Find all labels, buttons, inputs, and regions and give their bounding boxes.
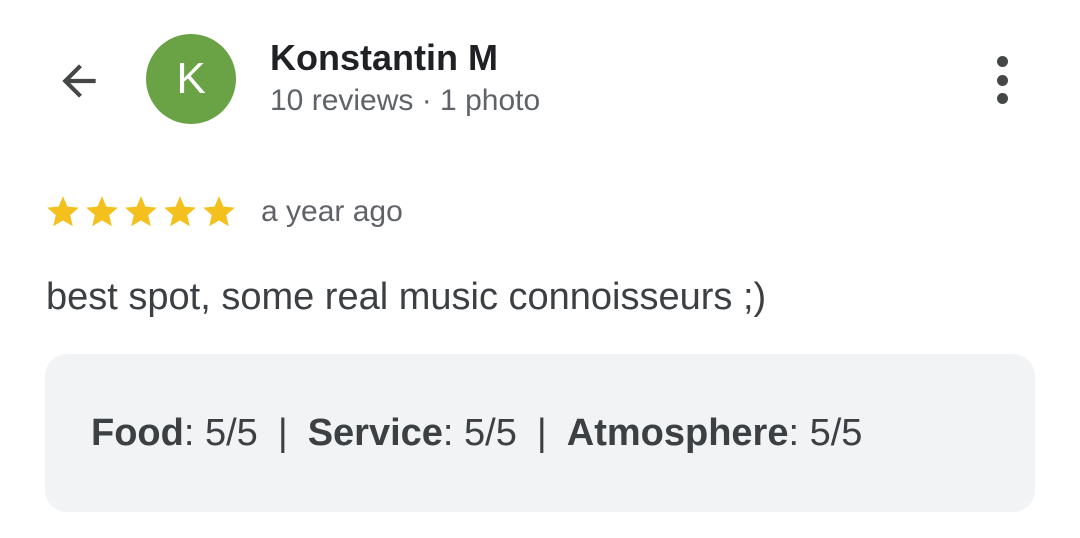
review-text: best spot, some real music connoisseurs … [46,276,767,318]
more-vert-icon [996,56,1008,67]
star-icon [47,196,79,227]
more-options-button[interactable] [980,50,1024,110]
attr-service-label: Service [307,412,443,454]
attributes-line: Food: 5/5 | Service: 5/5 | Atmosphere: 5/5 [91,410,862,456]
star-icon [86,196,118,227]
arrow-back-icon [62,64,96,98]
review-time: a year ago [261,195,403,228]
user-name[interactable]: Konstantin M [270,36,498,80]
more-vert-icon-dot [996,93,1008,104]
star-icon [164,196,196,227]
star-rating [44,193,239,231]
attr-service-value: : 5/5 [442,412,517,454]
rating-row: a year ago [44,190,403,234]
review-header: K Konstantin M 10 reviews · 1 photo [0,0,1080,160]
avatar-letter: K [176,54,206,103]
star-icon [203,196,235,227]
attr-food-label: Food [91,412,184,454]
attr-atmosphere-label: Atmosphere [566,412,789,454]
back-button[interactable] [48,50,110,112]
attr-atmosphere-value: : 5/5 [788,412,863,454]
attr-separator: | [536,412,547,454]
more-vert-icon-dot [996,74,1008,86]
attr-separator: | [277,412,288,454]
avatar[interactable]: K [146,34,236,124]
attributes-box: Food: 5/5 | Service: 5/5 | Atmosphere: 5/5 [45,354,1035,512]
user-meta: 10 reviews · 1 photo [270,84,541,117]
star-icon [125,196,157,227]
attr-food-value: : 5/5 [183,412,258,454]
